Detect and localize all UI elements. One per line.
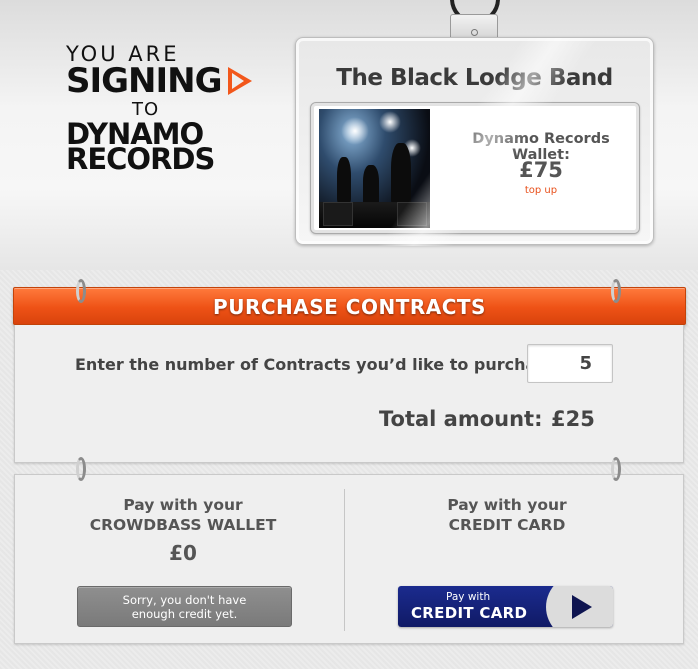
wallet-balance: £0 <box>169 541 197 565</box>
quantity-prompt: Enter the number of Contracts you’d like… <box>75 355 564 374</box>
pay-with-credit-card-button[interactable]: Pay with CREDIT CARD <box>398 586 613 627</box>
signing-heading: YOU ARE SIGNING TO DYNAMO RECORDS <box>66 44 276 176</box>
wallet-card: Dynamo Records Wallet: £75 top up <box>310 102 640 234</box>
card-option-line2: CREDIT CARD <box>448 516 566 534</box>
card-option-line1: Pay with your <box>447 496 567 514</box>
insufficient-credit-line1: Sorry, you don't have <box>122 593 247 607</box>
speaker <box>323 202 353 226</box>
stage-light <box>341 117 369 145</box>
contracts-quantity-input[interactable] <box>527 344 613 383</box>
card-button-line1: Pay with <box>446 591 491 603</box>
band-member <box>337 157 351 203</box>
speaker <box>397 202 427 226</box>
binder-ring <box>611 457 621 481</box>
purchase-contracts-banner: PURCHASE CONTRACTS <box>13 287 686 325</box>
play-arrow-icon <box>572 595 592 619</box>
insufficient-credit-line2: enough credit yet. <box>131 607 238 621</box>
stage-light <box>379 111 401 133</box>
binder-ring <box>611 279 621 303</box>
heading-line-signing: SIGNING <box>66 64 276 98</box>
wallet-option-line1: Pay with your <box>123 496 243 514</box>
payment-panel: Pay with your CROWDBASS WALLET £0 Sorry,… <box>14 474 684 644</box>
play-logo-icon <box>227 67 252 95</box>
purchase-panel: Enter the number of Contracts you’d like… <box>14 325 684 463</box>
card-payment-option: Pay with your CREDIT CARD <box>347 495 667 535</box>
purchase-contracts-title: PURCHASE CONTRACTS <box>213 295 486 319</box>
binder-ring <box>76 457 86 481</box>
band-photo <box>319 109 430 228</box>
clip-hole <box>471 29 478 36</box>
total-amount-value: £25 <box>551 407 595 431</box>
heading-line-label-2: RECORDS <box>66 142 215 176</box>
heading-signing-text: SIGNING <box>66 61 223 101</box>
binder-ring <box>76 279 86 303</box>
band-member <box>363 165 379 205</box>
wallet-option-line2: CROWDBASS WALLET <box>89 516 277 534</box>
payment-divider <box>344 489 345 631</box>
card-button-line2: CREDIT CARD <box>411 604 528 622</box>
wallet-amount: £75 <box>519 158 563 182</box>
wallet-payment-option: Pay with your CROWDBASS WALLET <box>23 495 343 535</box>
band-member <box>391 143 411 205</box>
total-amount-label: Total amount: <box>379 407 543 431</box>
top-up-link[interactable]: top up <box>443 185 639 196</box>
band-name: The Black Lodge Band <box>336 65 613 91</box>
band-badge: The Black Lodge Band Dynamo Records Wall… <box>295 37 655 246</box>
insufficient-credit-button: Sorry, you don't have enough credit yet. <box>77 586 292 627</box>
